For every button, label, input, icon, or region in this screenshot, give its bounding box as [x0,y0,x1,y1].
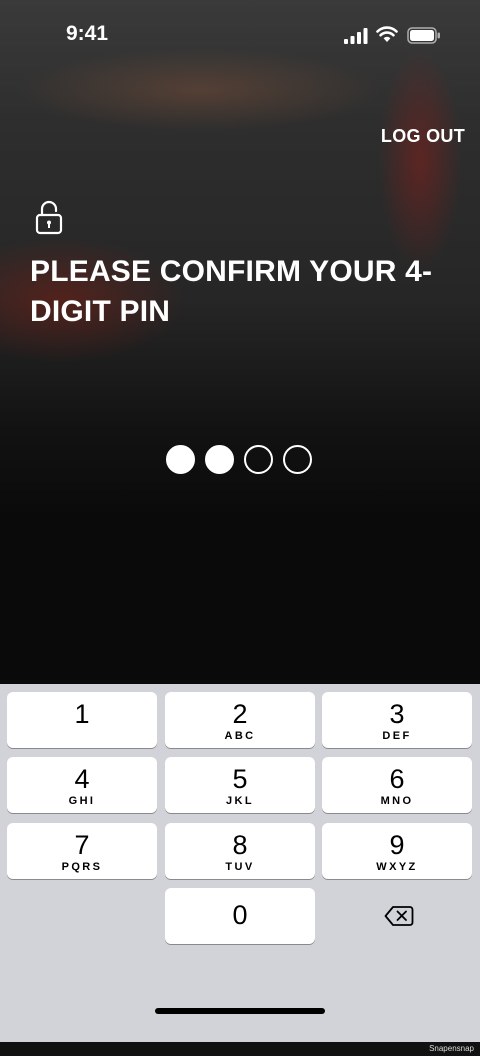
key-digit: 0 [232,900,248,930]
lock-icon [35,200,63,235]
key-digit: 3 [389,699,405,729]
pin-dot-empty [244,445,273,474]
key-letters: PQRS [61,861,103,873]
key-digit: 1 [74,699,90,729]
key-digit: 4 [74,764,90,794]
key-letters: TUV [225,861,255,873]
battery-icon [407,27,440,44]
credit-text: Snapensnap [429,1044,474,1053]
key-letters: WXYZ [376,861,418,873]
key-letters: ABC [224,730,256,742]
key-9[interactable]: 9 WXYZ [322,823,472,879]
pin-dot-filled [166,445,195,474]
home-indicator[interactable] [155,1008,325,1014]
key-2[interactable]: 2 ABC [165,692,315,748]
pin-dot-empty [283,445,312,474]
key-3[interactable]: 3 DEF [322,692,472,748]
page-title: PLEASE CONFIRM YOUR 4-DIGIT PIN [30,255,433,328]
logout-button[interactable]: LOG OUT [381,126,465,147]
delete-button[interactable] [322,888,472,944]
status-time: 9:41 [66,22,109,45]
backspace-icon [384,906,414,926]
key-digit: 8 [232,830,248,860]
status-bar: 9:41 [0,0,480,70]
key-5[interactable]: 5 JKL [165,757,315,813]
key-digit: 6 [389,764,405,794]
signal-icon [344,28,368,44]
key-6[interactable]: 6 MNO [322,757,472,813]
wifi-icon [376,26,398,42]
key-digit: 5 [232,764,248,794]
key-digit: 2 [232,699,248,729]
key-8[interactable]: 8 TUV [165,823,315,879]
key-letters: GHI [68,795,96,807]
key-4[interactable]: 4 GHI [7,757,157,813]
key-digit: 7 [74,830,90,860]
key-0[interactable]: 0 [165,888,315,944]
key-7[interactable]: 7 PQRS [7,823,157,879]
key-letters: MNO [380,795,414,807]
key-1[interactable]: 1 [7,692,157,748]
key-digit: 9 [389,830,405,860]
key-letters: JKL [226,795,254,807]
key-letters: DEF [382,730,412,742]
pin-indicator [166,445,316,477]
credit-bar: Snapensnap [0,1042,480,1056]
pin-dot-filled [205,445,234,474]
numeric-keypad: 1 2 ABC 3 DEF 4 GHI 5 JKL 6 MNO 7 PQRS 8… [0,684,480,1042]
